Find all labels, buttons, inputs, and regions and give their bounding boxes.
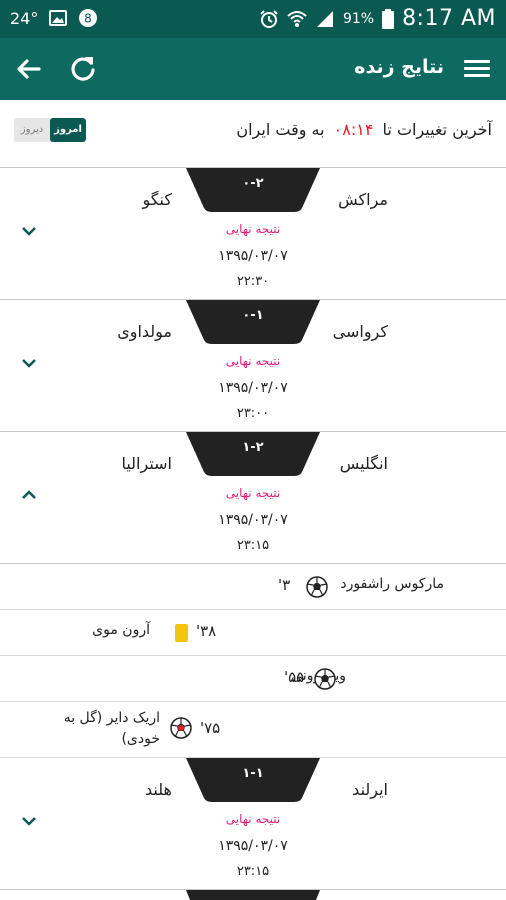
score: ۱-۱: [242, 766, 264, 781]
match-event-row: '۷۵ اریک دایر (گل به خودی): [0, 702, 506, 758]
yellow-card-icon: [175, 624, 188, 642]
match-date: ۱۳۹۵/۰۳/۰۷: [218, 380, 288, 396]
battery-percent: 91%: [342, 10, 375, 27]
score-tab-partial: [186, 890, 320, 900]
day-toggle[interactable]: دیروز امروز: [14, 118, 86, 142]
event-minute: '۳: [278, 576, 291, 594]
home-team: مراکش: [338, 190, 388, 209]
chevron-down-icon[interactable]: [18, 810, 40, 832]
hamburger-menu-icon[interactable]: [462, 54, 492, 84]
wifi-icon: [287, 10, 307, 27]
match-card[interactable]: ۱-۱ ایرلند هلند نتیجه نهایی ۱۳۹۵/۰۳/۰۷ ۲…: [0, 758, 506, 890]
status-bar-right: 91% 8:17 AM: [259, 6, 496, 31]
chevron-down-icon[interactable]: [18, 352, 40, 374]
score: ۰-۱: [242, 308, 264, 323]
match-time: ۲۳:۱۵: [236, 538, 270, 553]
score-tab: ۱-۲: [186, 432, 320, 476]
toggle-today[interactable]: امروز: [50, 118, 86, 142]
toggle-yesterday[interactable]: دیروز: [14, 118, 50, 142]
match-time: ۲۳:۱۵: [236, 864, 270, 879]
last-update-time: ۰۸:۱۴: [333, 120, 374, 139]
last-update-prefix: آخرین تغییرات تا: [382, 120, 492, 139]
score-tab: ۰-۱: [186, 300, 320, 344]
home-team: کرواسی: [332, 322, 388, 341]
match-status: نتیجه نهایی: [225, 354, 281, 368]
match-card[interactable]: ۰-۱ کرواسی مولداوی نتیجه نهایی ۱۳۹۵/۰۳/۰…: [0, 300, 506, 432]
temperature-text: 24°: [10, 8, 39, 28]
away-team: هلند: [145, 780, 172, 799]
match-status: نتیجه نهایی: [225, 486, 281, 500]
event-minute: '۳۸: [196, 622, 217, 640]
app-notification-icon: 8: [79, 9, 98, 27]
home-team: انگلیس: [339, 454, 388, 473]
match-event-row: مارکوس راشفورد '۳: [0, 564, 506, 610]
away-team: استرالیا: [121, 454, 172, 473]
match-event-row: '۳۸ آرون موی: [0, 610, 506, 656]
match-status: نتیجه نهایی: [225, 222, 281, 236]
away-team: کنگو: [142, 190, 172, 209]
score-tab: ۱-۱: [186, 758, 320, 802]
battery-icon: [382, 8, 395, 29]
last-update-bar: دیروز امروز آخرین تغییرات تا ۰۸:۱۴ به وق…: [0, 100, 506, 168]
score-tab: ۰-۲: [186, 168, 320, 212]
match-time: ۲۲:۳۰: [236, 274, 270, 289]
event-player: اریک دایر (گل به خودی): [63, 710, 160, 747]
own-goal-icon: [170, 717, 192, 739]
gallery-icon: [49, 10, 68, 26]
match-date: ۱۳۹۵/۰۳/۰۷: [218, 248, 288, 264]
arrow-left-icon[interactable]: [12, 52, 46, 86]
alarm-icon: [260, 9, 278, 28]
match-status: نتیجه نهایی: [225, 812, 281, 826]
home-team: ایرلند: [352, 780, 388, 799]
match-card[interactable]: ۱-۲ انگلیس استرالیا نتیجه نهایی ۱۳۹۵/۰۳/…: [0, 432, 506, 564]
event-minute: '۷۵: [200, 719, 221, 737]
goal-icon: [306, 576, 328, 598]
match-event-row: وین رونی '۵۵: [0, 656, 506, 702]
signal-icon: [316, 10, 333, 27]
refresh-icon[interactable]: [66, 52, 100, 86]
chevron-up-icon[interactable]: [18, 484, 40, 506]
match-date: ۱۳۹۵/۰۳/۰۷: [218, 838, 288, 854]
page-title: نتایج زنده: [354, 56, 444, 78]
app-bar: نتایج زنده: [0, 38, 506, 100]
svg-text:8: 8: [85, 12, 93, 26]
status-bar-left: 24° 8: [10, 8, 98, 28]
status-bar: 24° 8 91% 8:17 AM: [0, 0, 506, 38]
event-minute: '۵۵: [284, 668, 305, 686]
score-tab-shape: [186, 890, 320, 900]
clock: 8:17 AM: [402, 6, 496, 31]
away-team: مولداوی: [117, 322, 172, 341]
match-date: ۱۳۹۵/۰۳/۰۷: [218, 512, 288, 528]
event-player: آرون موی: [92, 622, 150, 638]
match-time: ۲۳:۰۰: [236, 406, 270, 421]
last-update-text: آخرین تغییرات تا ۰۸:۱۴ به وقت ایران: [236, 120, 492, 139]
goal-icon: [314, 668, 336, 690]
score: ۱-۲: [242, 440, 264, 455]
match-card[interactable]: ۰-۲ مراکش کنگو نتیجه نهایی ۱۳۹۵/۰۳/۰۷ ۲۲…: [0, 168, 506, 300]
chevron-down-icon[interactable]: [18, 220, 40, 242]
score: ۰-۲: [242, 176, 264, 191]
last-update-suffix: به وقت ایران: [236, 120, 325, 139]
event-player: مارکوس راشفورد: [340, 576, 444, 592]
